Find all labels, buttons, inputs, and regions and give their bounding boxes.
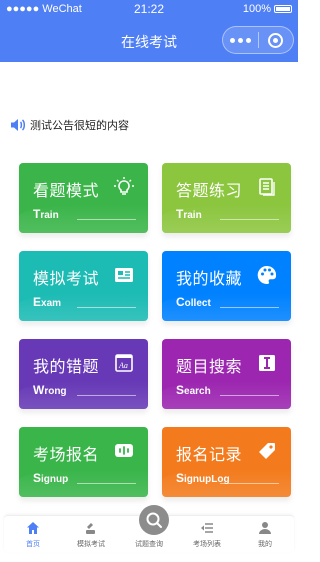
card-search[interactable]: 题目搜索 Search <box>162 339 291 409</box>
card-sub-initial: S <box>33 471 42 485</box>
card-favorites[interactable]: 我的收藏 Collect <box>162 251 291 321</box>
tab-label: 我的 <box>258 541 272 548</box>
card-exam-signup[interactable]: 考场报名 Signup <box>19 427 148 497</box>
card-sub-initial: W <box>33 383 45 397</box>
card-sub-initial: S <box>176 471 185 485</box>
card-sub-rest: rong <box>44 386 67 397</box>
card-title: 我的收藏 <box>176 271 243 288</box>
tab-home[interactable]: 首页 <box>4 516 62 553</box>
tab-label: 模拟考试 <box>77 541 105 548</box>
card-title: 考场报名 <box>33 447 100 464</box>
card-sub-rest: xam <box>41 298 62 309</box>
card-title: 我的错题 <box>33 359 100 376</box>
info-box-icon <box>259 355 275 371</box>
notice-bar[interactable]: 测试公告很短的内容 <box>10 116 129 134</box>
card-sub-rest: rain <box>40 210 59 221</box>
tag-icon <box>259 443 275 459</box>
palette-icon <box>257 265 277 284</box>
tab-label: 试题查询 <box>135 541 163 548</box>
tab-mock-exam[interactable]: 模拟考试 <box>62 516 120 553</box>
tab-exam-list[interactable]: 考场列表 <box>178 516 236 553</box>
mini-program-capsule <box>222 26 294 54</box>
lightbulb-icon <box>114 177 134 195</box>
card-sub-rest: ignup <box>41 474 69 485</box>
battery-label: 100% <box>242 3 271 15</box>
card-sub-rest: ollect <box>184 298 211 309</box>
card-practice[interactable]: 答题练习 Train <box>162 163 291 233</box>
card-signup-log[interactable]: 报名记录 SignupLog <box>162 427 291 497</box>
card-view-mode[interactable]: 看题模式 Train <box>19 163 148 233</box>
card-sub-rest: earch <box>184 386 211 397</box>
card-title: 看题模式 <box>33 183 100 200</box>
status-bar: ●●●●● WeChat 21:22 100% <box>0 0 298 20</box>
speaker-icon <box>11 119 26 131</box>
list-icon <box>201 523 213 533</box>
card-sub-rest: rain <box>183 210 202 221</box>
card-sub-initial: E <box>33 295 42 309</box>
nav-bar: 在线考试 <box>0 20 298 62</box>
exam-icon <box>86 523 95 534</box>
tab-profile[interactable]: 我的 <box>236 516 294 553</box>
card-mock-exam[interactable]: 模拟考试 Exam <box>19 251 148 321</box>
document-icon <box>259 178 275 196</box>
id-card-icon <box>115 268 133 282</box>
card-title: 题目搜索 <box>176 359 243 376</box>
tab-label: 首页 <box>26 541 40 548</box>
notice-text: 测试公告很短的内容 <box>30 120 129 132</box>
svg-text:Aa: Aa <box>118 361 128 370</box>
search-tab-button[interactable] <box>139 505 169 535</box>
battery-icon <box>274 5 292 13</box>
home-icon <box>27 522 39 534</box>
card-wrong-questions[interactable]: 我的错题 Wrong Aa <box>19 339 148 409</box>
card-title: 报名记录 <box>176 447 243 464</box>
user-icon <box>259 522 271 534</box>
more-icon[interactable] <box>223 37 258 43</box>
tab-label: 考场列表 <box>193 541 221 548</box>
card-sub-initial: S <box>176 383 185 397</box>
target-icon <box>268 32 284 48</box>
text-box-icon: Aa <box>115 354 133 372</box>
card-title: 答题练习 <box>176 183 243 200</box>
voice-message-icon <box>115 444 133 457</box>
close-mini-program-button[interactable] <box>259 32 293 48</box>
search-icon <box>146 512 162 528</box>
card-sub-initial: C <box>176 295 185 309</box>
card-title: 模拟考试 <box>33 271 100 288</box>
